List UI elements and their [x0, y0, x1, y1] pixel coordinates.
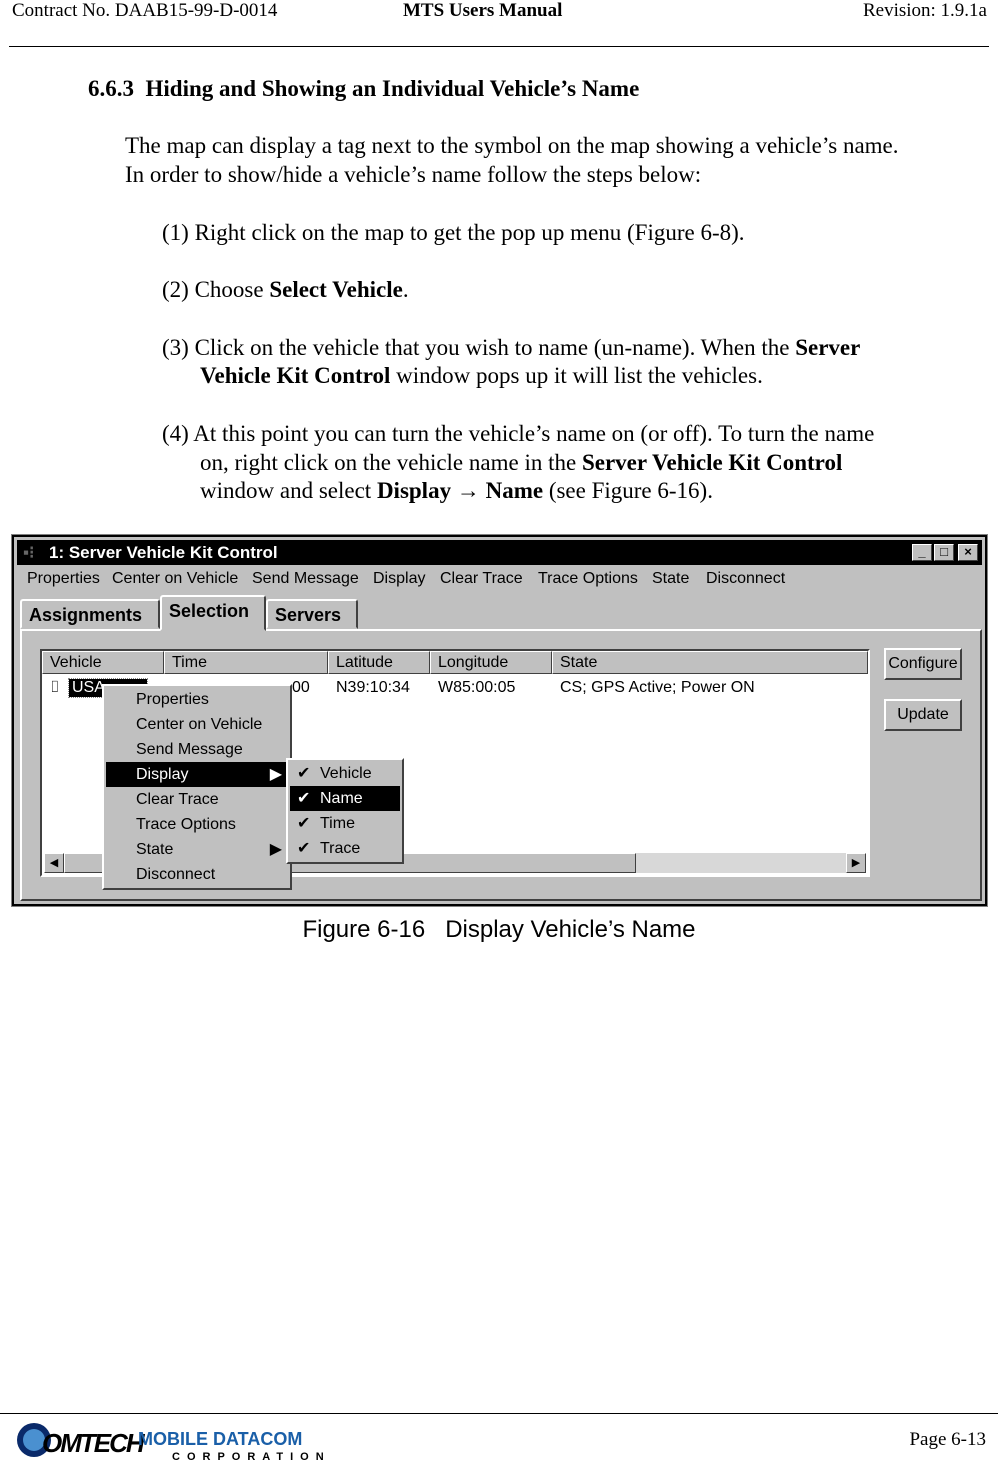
menu-properties[interactable]: Properties [27, 570, 100, 588]
check-icon: ✔ [297, 790, 311, 807]
context-properties[interactable]: Properties [106, 687, 288, 712]
latitude-cell: N39:10:34 [336, 679, 410, 696]
column-longitude[interactable]: Longitude [430, 651, 552, 674]
menu-clear-trace[interactable]: Clear Trace [440, 570, 523, 588]
scroll-right-button[interactable]: ▶ [846, 853, 866, 873]
submenu-time[interactable]: ✔ Time [290, 811, 400, 836]
comtech-logo: OMTECH MOBILE DATACOM CORPORATION [14, 1420, 324, 1463]
page-number: Page 6-13 [909, 1429, 986, 1450]
submenu-arrow-icon: ▶ [269, 841, 282, 858]
header-contract: Contract No. DAAB15-99-D-0014 [12, 0, 278, 21]
update-button[interactable]: Update [884, 699, 962, 731]
intro-line-1: The map can display a tag next to the sy… [125, 133, 899, 158]
context-trace-options[interactable]: Trace Options [106, 812, 288, 837]
column-time[interactable]: Time [164, 651, 328, 674]
header-rule [9, 46, 989, 47]
state-cell: CS; GPS Active; Power ON [560, 679, 755, 696]
figure-caption: Figure 6-16 Display Vehicle’s Name [302, 916, 696, 943]
menu-center-on-vehicle[interactable]: Center on Vehicle [112, 570, 238, 588]
close-button[interactable]: × [958, 544, 978, 561]
context-center-on-vehicle[interactable]: Center on Vehicle [106, 712, 288, 737]
context-disconnect[interactable]: Disconnect [106, 862, 288, 887]
submenu-vehicle[interactable]: ✔ Vehicle [290, 761, 400, 786]
intro-line-2: In order to show/hide a vehicle’s name f… [125, 162, 702, 187]
tab-servers[interactable]: Servers [266, 599, 358, 629]
footer-rule [0, 1413, 998, 1414]
header-title: MTS Users Manual [403, 0, 563, 21]
submenu-name[interactable]: ✔ Name [290, 786, 400, 811]
section-heading: 6.6.3 Hiding and Showing an Individual V… [88, 76, 640, 101]
column-vehicle[interactable]: Vehicle [42, 651, 164, 674]
step-1: (1) Right click on the map to get the po… [162, 220, 745, 245]
check-icon: ✔ [297, 840, 311, 857]
app-icon: ▪⁝ [23, 543, 35, 562]
display-submenu: ✔ Vehicle ✔ Name ✔ Time ✔ Trace [286, 758, 404, 864]
window-title: 1: Server Vehicle Kit Control [49, 543, 278, 562]
submenu-arrow-icon: ▶ [269, 766, 282, 783]
context-clear-trace[interactable]: Clear Trace [106, 787, 288, 812]
vehicle-icon: ⌷ [50, 679, 60, 696]
tab-selection[interactable]: Selection [160, 595, 266, 631]
context-send-message[interactable]: Send Message [106, 737, 288, 762]
title-bar: ▪⁝ 1: Server Vehicle Kit Control _ □ × [17, 540, 982, 565]
check-icon: ✔ [297, 815, 311, 832]
check-icon: ✔ [297, 765, 311, 782]
minimize-button[interactable]: _ [912, 544, 932, 561]
step-3-cont: Vehicle Kit Control window pops up it wi… [200, 363, 763, 388]
step-4-cont2: window and select Display → Name (see Fi… [200, 478, 713, 503]
svg-text:MOBILE DATACOM: MOBILE DATACOM [138, 1429, 302, 1449]
menu-state[interactable]: State [652, 570, 689, 588]
server-vehicle-kit-window: ▪⁝ 1: Server Vehicle Kit Control _ □ × P… [11, 534, 988, 907]
maximize-button[interactable]: □ [934, 544, 954, 561]
column-state[interactable]: State [552, 651, 868, 674]
step-4: (4) At this point you can turn the vehic… [162, 421, 875, 446]
svg-text:OMTECH: OMTECH [42, 1428, 146, 1458]
context-display[interactable]: Display ▶ [106, 762, 288, 787]
step-2: (2) Choose Select Vehicle. [162, 277, 409, 302]
configure-button[interactable]: Configure [884, 648, 962, 680]
menu-trace-options[interactable]: Trace Options [538, 570, 638, 588]
scroll-left-button[interactable]: ◀ [44, 853, 64, 873]
header-revision: Revision: 1.9.1a [862, 0, 987, 21]
tab-assignments[interactable]: Assignments [20, 599, 160, 629]
step-3: (3) Click on the vehicle that you wish t… [162, 335, 861, 360]
menu-display[interactable]: Display [373, 570, 425, 588]
column-latitude[interactable]: Latitude [328, 651, 430, 674]
svg-text:CORPORATION: CORPORATION [172, 1451, 324, 1460]
context-menu: Properties Center on Vehicle Send Messag… [102, 684, 292, 890]
menu-send-message[interactable]: Send Message [252, 570, 359, 588]
longitude-cell: W85:00:05 [438, 679, 516, 696]
context-state[interactable]: State ▶ [106, 837, 288, 862]
menu-disconnect[interactable]: Disconnect [706, 570, 785, 588]
time-cell: 00 [292, 679, 310, 696]
step-4-cont: on, right click on the vehicle name in t… [200, 450, 843, 475]
submenu-trace[interactable]: ✔ Trace [290, 836, 400, 861]
